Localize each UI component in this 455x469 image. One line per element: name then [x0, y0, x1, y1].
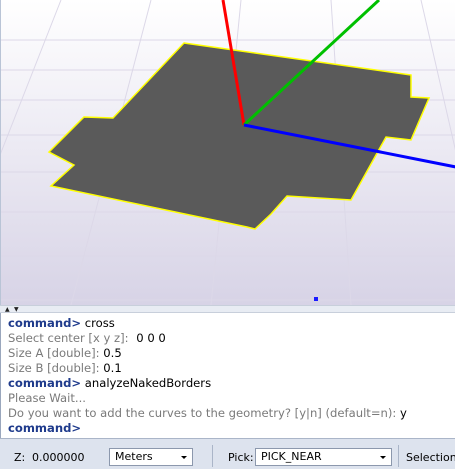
console-line: Please Wait... — [8, 391, 455, 406]
origin-marker — [314, 297, 318, 301]
scene — [1, 0, 455, 305]
prompt-value: 0.5 — [103, 346, 122, 360]
prompt-label: Size A [double]: — [8, 346, 100, 360]
prompt-label: Size B [double]: — [8, 361, 100, 375]
prompt-value: 0 0 0 — [136, 331, 166, 345]
command-text: analyzeNakedBorders — [84, 376, 212, 390]
command-console[interactable]: command> cross Select center [x y z]: 0 … — [0, 313, 455, 438]
z-label: Z: — [14, 451, 26, 464]
selection-label: Selection: — [406, 451, 455, 464]
pick-mode-select[interactable]: PICK_NEAR — [255, 448, 392, 466]
console-line: Size B [double]: 0.1 — [8, 361, 455, 376]
command-prompt: command> — [8, 316, 82, 330]
z-value: 0.000000 — [32, 451, 85, 464]
console-line: command> cross — [8, 316, 455, 331]
console-line: command> analyzeNakedBorders — [8, 376, 455, 391]
console-line: Select center [x y z]: 0 0 0 — [8, 331, 455, 346]
pick-mode-value: PICK_NEAR — [261, 450, 322, 463]
command-text: cross — [84, 316, 115, 330]
status-divider — [398, 445, 399, 467]
units-value: Meters — [115, 450, 153, 463]
prompt-value: 0.1 — [103, 361, 122, 375]
pick-label: Pick: — [228, 451, 254, 464]
3d-viewport[interactable] — [0, 0, 455, 305]
chevron-down-icon[interactable] — [178, 449, 190, 465]
prompt-value: y — [400, 406, 407, 420]
console-line: Size A [double]: 0.5 — [8, 346, 455, 361]
prompt-label: Select center [x y z]: — [8, 331, 129, 345]
panel-splitter[interactable]: ▲ ▼ — [0, 305, 455, 313]
console-line: Do you want to add the curves to the geo… — [8, 406, 455, 421]
status-divider — [212, 445, 213, 467]
command-prompt: command> — [8, 421, 82, 435]
chevron-down-icon[interactable] — [377, 449, 389, 465]
prompt-label: Please Wait... — [8, 391, 86, 405]
command-prompt: command> — [8, 376, 82, 390]
units-select[interactable]: Meters — [109, 448, 193, 466]
prompt-label: Do you want to add the curves to the geo… — [8, 406, 397, 420]
status-bar: Z: 0.000000 Meters Pick: PICK_NEAR Selec… — [0, 438, 455, 469]
console-input-line[interactable]: command> — [8, 421, 455, 436]
